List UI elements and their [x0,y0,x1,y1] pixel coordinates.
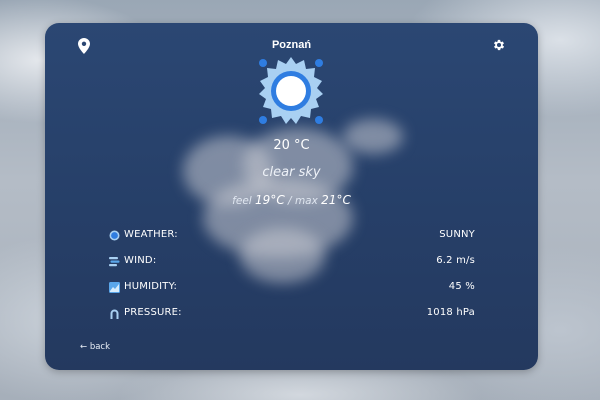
temperature: 20 °C [273,138,310,153]
max-value: 21°C [321,193,351,207]
detail-label: WIND: [124,255,157,266]
header-bar: Poznań [45,35,538,57]
detail-row-humidity: HUMIDITY: 45 % [109,279,475,305]
detail-row-wind: WIND: 6.2 m/s [109,253,475,279]
detail-label: HUMIDITY: [124,281,178,292]
weather-circle-icon [109,230,120,241]
humidity-icon [109,282,120,293]
separator: / [288,195,292,207]
detail-value: SUNNY [439,229,475,240]
feel-max-line: feel 19°C / max 21°C [45,193,538,207]
detail-label: PRESSURE: [124,307,182,318]
detail-label: WEATHER: [124,229,178,240]
feel-value: 19°C [255,193,285,207]
max-label: max [294,195,318,207]
weather-description: clear sky [262,165,321,180]
back-link[interactable]: ← back [80,342,110,352]
weather-card: Poznań 20 °C clear sky feel 19°C / max 2… [45,23,538,370]
pressure-icon [110,309,119,319]
feel-label: feel [232,195,252,207]
detail-row-weather: WEATHER: SUNNY [109,227,475,253]
detail-value: 6.2 m/s [436,255,475,266]
detail-row-pressure: PRESSURE: 1018 hPa [109,305,475,331]
city-name: Poznań [271,39,312,51]
detail-value: 45 % [448,281,475,292]
sun-icon [259,57,323,124]
gear-icon[interactable] [492,38,506,52]
wind-icon [109,257,120,267]
details-list: WEATHER: SUNNY WIND: 6.2 m/s HUMIDITY: 4… [109,227,475,331]
detail-value: 1018 hPa [426,307,475,318]
